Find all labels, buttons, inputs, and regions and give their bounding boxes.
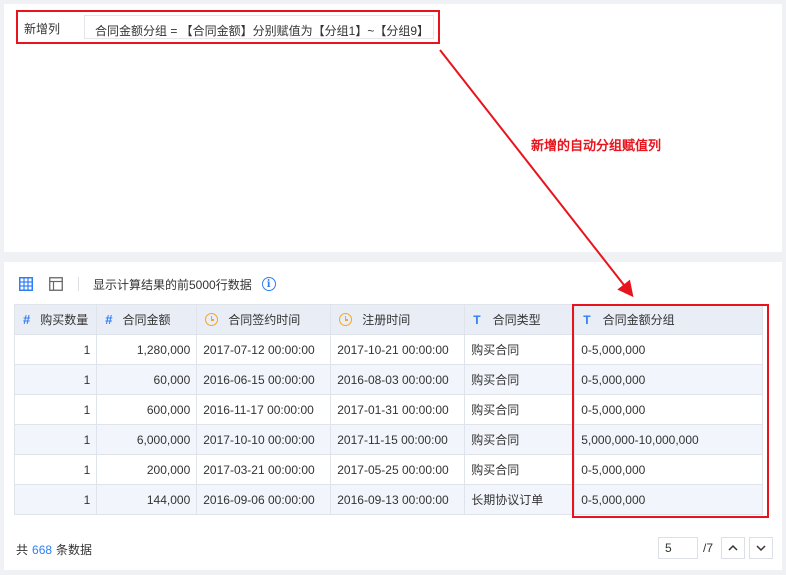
table-cell: 1 bbox=[13, 424, 98, 455]
date-type-icon bbox=[339, 313, 353, 326]
column-header-label: 注册时间 bbox=[362, 313, 411, 327]
record-count-suffix: 条数据 bbox=[56, 543, 93, 557]
date-type-icon bbox=[205, 313, 219, 326]
table-cell: 1 bbox=[13, 454, 98, 485]
record-count-value: 668 bbox=[32, 543, 53, 557]
table-header-row: # 购买数量 # 合同金额 合同签约时间 注册时间 T 合同类型 T 合同金额分组 bbox=[13, 304, 764, 335]
table-cell: 200,000 bbox=[96, 454, 198, 485]
table-cell: 2016-11-17 00:00:00 bbox=[196, 394, 332, 425]
preview-toolbar: 显示计算结果的前5000行数据 i bbox=[18, 274, 276, 294]
table-row: 1 200,000 2017-03-21 00:00:00 2017-05-25 00… bbox=[13, 454, 764, 485]
record-count: 共 668 条数据 bbox=[16, 541, 92, 558]
column-header[interactable]: 注册时间 bbox=[330, 304, 466, 335]
record-count-prefix: 共 bbox=[16, 543, 29, 557]
table-cell: 6,000,000 bbox=[96, 424, 198, 455]
table-cell: 购买合同 bbox=[464, 334, 576, 365]
column-header[interactable]: 合同签约时间 bbox=[196, 304, 332, 335]
column-header-label: 合同金额 bbox=[122, 313, 171, 327]
table-row: 1 1,280,000 2017-07-12 00:00:00 2017-10-21 … bbox=[13, 334, 764, 365]
table-cell: 60,000 bbox=[96, 364, 198, 395]
new-column-formula-row: 新增列 合同金额分组 = 【合同金额】分别赋值为【分组1】~【分组9】 bbox=[16, 10, 440, 44]
table-cell: 0-5,000,000 bbox=[574, 484, 764, 515]
table-cell: 2017-10-10 00:00:00 bbox=[196, 424, 332, 455]
column-header-label: 合同签约时间 bbox=[228, 313, 301, 327]
grid-view-icon[interactable] bbox=[18, 276, 34, 292]
table-view-icon[interactable] bbox=[48, 276, 64, 292]
table-row: 1 6,000,000 2017-10-10 00:00:00 2017-11-15 … bbox=[13, 424, 764, 455]
table-cell: 2016-08-03 00:00:00 bbox=[330, 364, 466, 395]
page-total: /7 bbox=[703, 541, 714, 555]
next-page-button[interactable] bbox=[749, 537, 774, 559]
chevron-up-icon bbox=[728, 544, 738, 551]
column-header[interactable]: T 合同金额分组 bbox=[574, 304, 764, 335]
table-row: 1 60,000 2016-06-15 00:00:00 2016-08-03 00:… bbox=[13, 364, 764, 395]
formula-expression-field[interactable]: 合同金额分组 = 【合同金额】分别赋值为【分组1】~【分组9】 bbox=[84, 15, 434, 39]
table-cell: 1,280,000 bbox=[96, 334, 198, 365]
number-type-icon: # bbox=[105, 312, 113, 327]
table-cell: 1 bbox=[13, 394, 98, 425]
column-header[interactable]: # 购买数量 bbox=[13, 304, 98, 335]
formula-panel: 新增列 合同金额分组 = 【合同金额】分别赋值为【分组1】~【分组9】 bbox=[4, 4, 782, 252]
table-cell: 0-5,000,000 bbox=[574, 364, 764, 395]
table-cell: 0-5,000,000 bbox=[574, 334, 764, 365]
table-row: 1 600,000 2016-11-17 00:00:00 2017-01-31 00… bbox=[13, 394, 764, 425]
table-cell: 0-5,000,000 bbox=[574, 454, 764, 485]
chevron-down-icon bbox=[756, 545, 766, 552]
table-cell: 2017-01-31 00:00:00 bbox=[330, 394, 466, 425]
pagination: /7 bbox=[658, 537, 774, 559]
table-cell: 2016-09-06 00:00:00 bbox=[196, 484, 332, 515]
table-cell: 购买合同 bbox=[464, 394, 576, 425]
table-cell: 2017-05-25 00:00:00 bbox=[330, 454, 466, 485]
number-type-icon: # bbox=[23, 312, 31, 327]
column-header[interactable]: T 合同类型 bbox=[464, 304, 576, 335]
table-cell: 2016-09-13 00:00:00 bbox=[330, 484, 466, 515]
table-row: 1 144,000 2016-09-06 00:00:00 2016-09-13 00… bbox=[13, 484, 764, 515]
data-preview-table: # 购买数量 # 合同金额 合同签约时间 注册时间 T 合同类型 T 合同金额分组 11… bbox=[13, 304, 764, 515]
table-cell: 1 bbox=[13, 484, 98, 515]
table-cell: 购买合同 bbox=[464, 454, 576, 485]
table-cell: 5,000,000-10,000,000 bbox=[574, 424, 764, 455]
annotation-text: 新增的自动分组赋值列 bbox=[531, 138, 662, 153]
table-cell: 2017-11-15 00:00:00 bbox=[330, 424, 466, 455]
page-number-input[interactable] bbox=[658, 537, 698, 559]
table-cell: 2016-06-15 00:00:00 bbox=[196, 364, 332, 395]
table-cell: 2017-10-21 00:00:00 bbox=[330, 334, 466, 365]
table-cell: 购买合同 bbox=[464, 424, 576, 455]
table-cell: 144,000 bbox=[96, 484, 198, 515]
table-cell: 1 bbox=[13, 364, 98, 395]
column-header-label: 购买数量 bbox=[40, 313, 89, 327]
table-cell: 0-5,000,000 bbox=[574, 394, 764, 425]
toolbar-divider bbox=[78, 277, 79, 291]
table-cell: 600,000 bbox=[96, 394, 198, 425]
column-header-label: 合同类型 bbox=[492, 313, 541, 327]
table-cell: 2017-07-12 00:00:00 bbox=[196, 334, 332, 365]
column-header-label: 合同金额分组 bbox=[602, 313, 675, 327]
text-type-icon: T bbox=[583, 312, 591, 327]
table-cell: 1 bbox=[13, 334, 98, 365]
column-header[interactable]: # 合同金额 bbox=[96, 304, 198, 335]
table-cell: 2017-03-21 00:00:00 bbox=[196, 454, 332, 485]
info-icon[interactable]: i bbox=[261, 277, 276, 291]
new-column-label: 新增列 bbox=[24, 22, 61, 36]
text-type-icon: T bbox=[473, 312, 481, 327]
table-cell: 购买合同 bbox=[464, 364, 576, 395]
row-limit-text: 显示计算结果的前5000行数据 bbox=[93, 277, 252, 292]
previous-page-button[interactable] bbox=[721, 537, 746, 559]
table-cell: 长期协议订单 bbox=[464, 484, 576, 515]
